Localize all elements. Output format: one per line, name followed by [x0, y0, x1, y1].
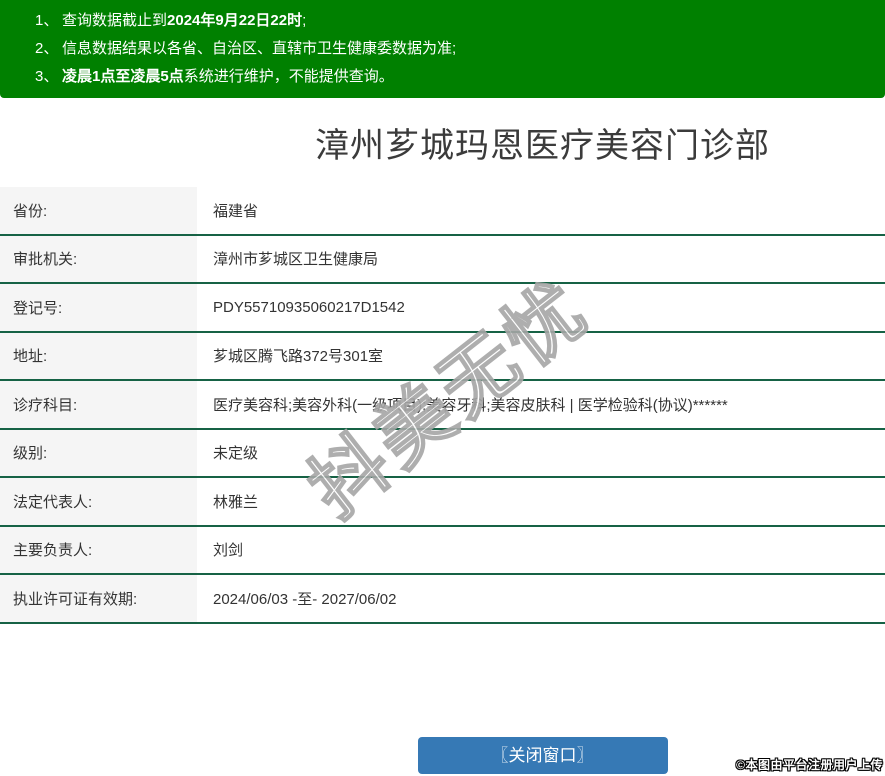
row-value: 未定级: [197, 429, 885, 476]
table-row-diagnosis-subjects: 诊疗科目: 医疗美容科;美容外科(一级项目);美容牙科;美容皮肤科 | 医学检验…: [0, 381, 885, 430]
notice-text-bold: 凌晨1点至凌晨5点: [62, 68, 184, 85]
notice-text-bold: 2024年9月22日22时: [167, 12, 303, 29]
notice-item-2: 2、 信息数据结果以各省、自治区、直辖市卫生健康委数据为准;: [35, 35, 875, 63]
row-value: 医疗美容科;美容外科(一级项目);美容牙科;美容皮肤科 | 医学检验科(协议)*…: [197, 381, 885, 428]
row-value: 福建省: [197, 187, 885, 234]
table-row-approval-authority: 审批机关: 漳州市芗城区卫生健康局: [0, 235, 885, 284]
table-row-registration-number: 登记号: PDY55710935060217D1542: [0, 284, 885, 333]
copyright-watermark: ©本图由平台注册用户上传: [736, 758, 883, 772]
notice-text: 凌晨1点至凌晨5点系统进行维护，不能提供查询。: [62, 63, 394, 91]
notice-number: 2、: [35, 40, 59, 57]
notice-item-1: 1、 查询数据截止到2024年9月22日22时;: [35, 7, 875, 35]
row-value: 芗城区腾飞路372号301室: [197, 332, 885, 379]
notice-number: 3、: [35, 68, 59, 85]
page-title: 漳州芗城玛恩医疗美容门诊部: [315, 127, 770, 165]
table-row-license-validity: 执业许可证有效期: 2024/06/03 -至- 2027/06/02: [0, 575, 885, 624]
notice-text-pre: 信息数据结果以各省、自治区、直辖市卫生健康委数据为准;: [62, 40, 457, 57]
row-label: 级别:: [0, 429, 197, 476]
row-label: 诊疗科目:: [0, 381, 197, 428]
notice-number: 1、: [35, 12, 59, 29]
notice-text: 查询数据截止到2024年9月22日22时;: [62, 7, 306, 35]
row-label: 省份:: [0, 187, 197, 234]
query-result-page: 1、 查询数据截止到2024年9月22日22时; 2、 信息数据结果以各省、自治…: [0, 0, 885, 776]
row-label: 执业许可证有效期:: [0, 575, 197, 622]
table-row-legal-representative: 法定代表人: 林雅兰: [0, 478, 885, 527]
table-row-address: 地址: 芗城区腾飞路372号301室: [0, 332, 885, 381]
notice-item-3: 3、 凌晨1点至凌晨5点系统进行维护，不能提供查询。: [35, 63, 875, 91]
row-value: PDY55710935060217D1542: [197, 284, 885, 331]
row-label: 审批机关:: [0, 235, 197, 282]
row-value: 2024/06/03 -至- 2027/06/02: [197, 575, 885, 622]
row-value: 林雅兰: [197, 478, 885, 525]
notice-bar: 1、 查询数据截止到2024年9月22日22时; 2、 信息数据结果以各省、自治…: [0, 0, 885, 98]
institution-info-table: 省份: 福建省 审批机关: 漳州市芗城区卫生健康局 登记号: PDY557109…: [0, 187, 885, 624]
table-row-main-person-in-charge: 主要负责人: 刘剑: [0, 526, 885, 575]
table-row-province: 省份: 福建省: [0, 187, 885, 236]
row-label: 主要负责人:: [0, 526, 197, 573]
title-area: 漳州芗城玛恩医疗美容门诊部: [200, 98, 885, 187]
row-value: 漳州市芗城区卫生健康局: [197, 235, 885, 282]
row-label: 法定代表人:: [0, 478, 197, 525]
row-label: 登记号:: [0, 284, 197, 331]
notice-text-post: 系统进行维护，不能提供查询。: [183, 68, 394, 85]
row-label: 地址:: [0, 332, 197, 379]
notice-text-post: ;: [302, 12, 307, 29]
notice-text-pre: 查询数据截止到: [62, 12, 168, 29]
row-value: 刘剑: [197, 526, 885, 573]
close-window-button[interactable]: 〖关闭窗口〗: [417, 736, 668, 774]
table-row-level: 级别: 未定级: [0, 429, 885, 478]
notice-text: 信息数据结果以各省、自治区、直辖市卫生健康委数据为准;: [62, 35, 456, 63]
